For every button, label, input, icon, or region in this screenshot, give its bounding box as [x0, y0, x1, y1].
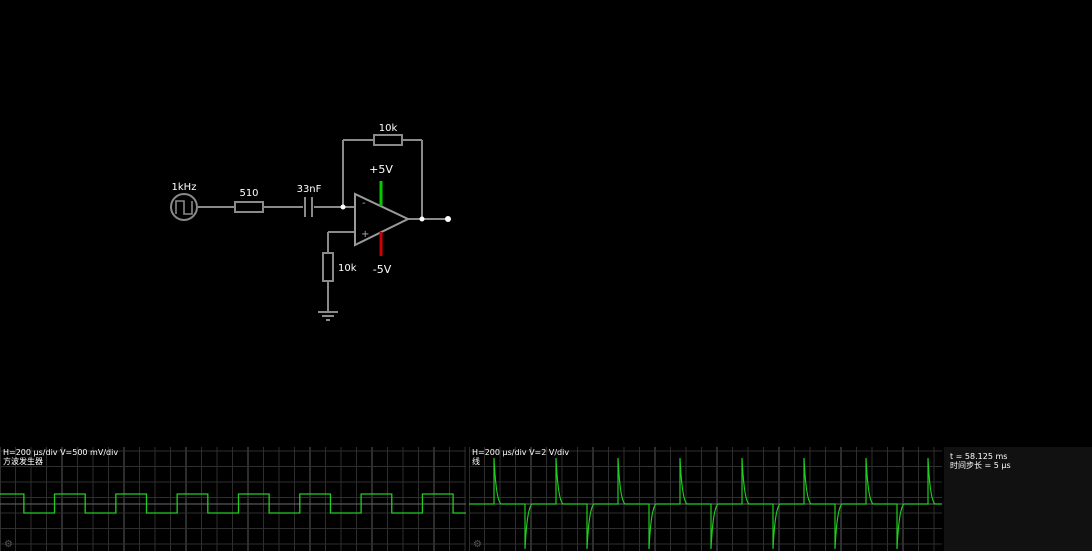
scope1-settings: H=200 µs/div V=500 mV/div: [3, 448, 119, 457]
ground-resistor[interactable]: [322, 252, 334, 282]
capacitor-label: 33nF: [297, 184, 322, 195]
opamp-noninverting-label: +: [361, 229, 369, 240]
gear-icon[interactable]: ⚙: [4, 540, 14, 550]
negative-supply-label: -5V: [373, 263, 392, 276]
scope1-info: H=200 µs/div V=500 mV/div 方波发生器: [3, 448, 118, 466]
circuit-canvas[interactable]: 1kHz 510 33nF 10k - + +5V -5V 10k: [0, 0, 1092, 447]
source-freq-label: 1kHz: [172, 182, 197, 193]
feedback-resistor-label: 10k: [379, 123, 398, 134]
sim-time: t = 58.125 ms: [950, 452, 1008, 461]
ground-icon: [318, 311, 338, 321]
junction-node: [340, 204, 346, 210]
ground-resistor-label: 10k: [338, 263, 357, 274]
scope1-label: 方波发生器: [3, 457, 43, 466]
input-resistor[interactable]: [234, 201, 264, 213]
input-resistor-label: 510: [239, 188, 258, 199]
scope2-settings: H=200 µs/div V=2 V/div: [472, 448, 570, 457]
sim-timestep: 时间步长 = 5 µs: [950, 461, 1011, 470]
scope2-label: 线: [472, 457, 480, 466]
scope-square-wave[interactable]: H=200 µs/div V=500 mV/div 方波发生器 ⚙: [0, 447, 466, 551]
feedback-resistor[interactable]: [373, 134, 403, 146]
status-panel: t = 58.125 ms 时间步长 = 5 µs: [944, 447, 1092, 551]
square-wave-source[interactable]: [170, 193, 198, 221]
positive-supply-label: +5V: [369, 163, 393, 176]
scope-output[interactable]: H=200 µs/div V=2 V/div 线 ⚙: [469, 447, 942, 551]
scope2-info: H=200 µs/div V=2 V/div 线: [472, 448, 569, 466]
output-terminal[interactable]: [445, 216, 451, 222]
gear-icon[interactable]: ⚙: [473, 540, 483, 550]
junction-node: [419, 216, 425, 222]
input-capacitor[interactable]: [304, 197, 313, 217]
circuit-wires: [198, 139, 448, 312]
opamp-inverting-label: -: [362, 198, 366, 209]
